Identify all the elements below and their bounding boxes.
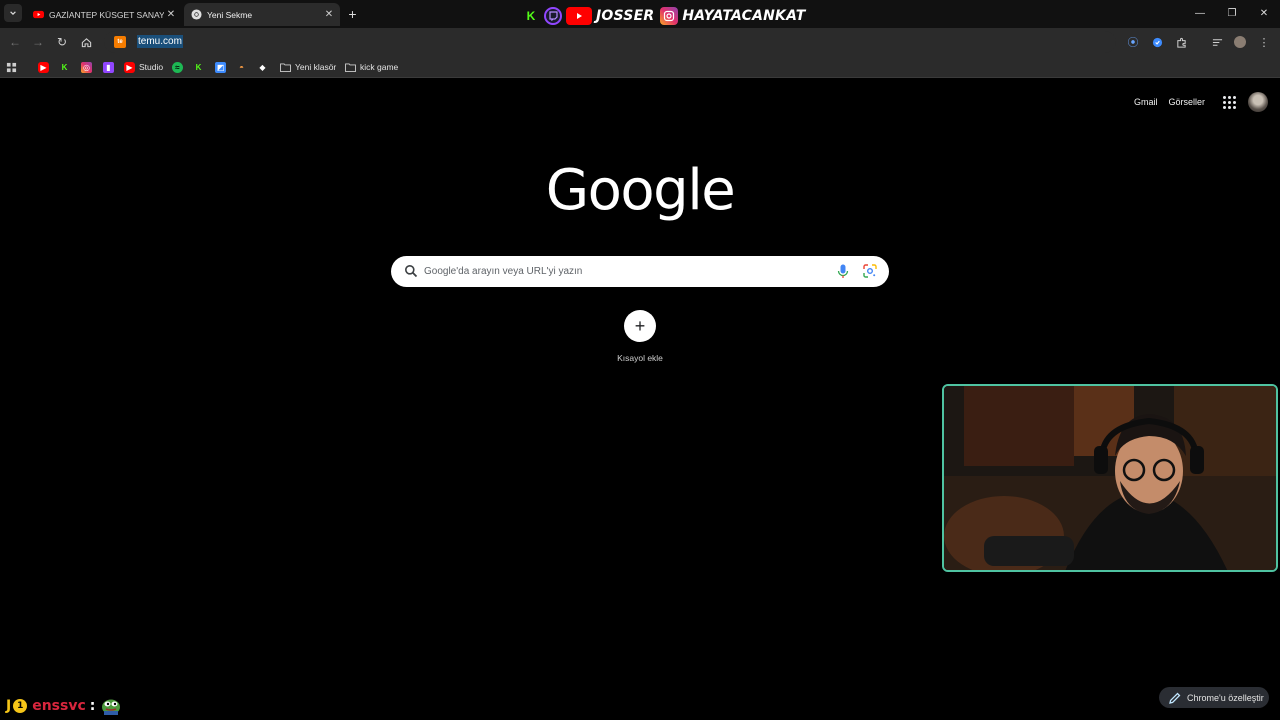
folder-icon — [345, 62, 356, 73]
back-icon[interactable]: ← — [6, 33, 24, 51]
sushi-icon: ◓ — [239, 62, 244, 72]
bookmark-spotify[interactable]: ≈ — [172, 60, 187, 74]
add-shortcut-button[interactable]: + — [624, 310, 656, 342]
instagram-icon: ◎ — [81, 61, 92, 73]
menu-kebab-icon[interactable]: ⋮ — [1255, 33, 1273, 51]
kick-icon: K — [195, 62, 202, 72]
bookmark-app[interactable]: ◩ — [215, 60, 230, 74]
address-bar-url: temu.com — [137, 35, 183, 48]
bookmark-youtube[interactable]: ▶ — [38, 60, 53, 74]
bookmark-studio[interactable]: ▶ Studio — [124, 60, 163, 74]
extensions-puzzle-icon[interactable] — [1172, 33, 1190, 51]
restore-icon[interactable]: ❐ — [1216, 4, 1248, 22]
temu-favicon-icon: te — [114, 36, 126, 48]
google-logo: Google — [545, 158, 736, 223]
bookmark-label: kick game — [360, 62, 399, 72]
tab-new-tab[interactable]: Yeni Sekme ✕ — [184, 3, 340, 26]
apps-grid-icon[interactable] — [6, 60, 17, 74]
browser-toolbar: ← → ↻ te temu.com ⦿ ⋮ — [0, 28, 1280, 56]
tab-title: Yeni Sekme — [207, 9, 253, 20]
close-window-icon[interactable]: ✕ — [1248, 4, 1280, 22]
chat-badge: J — [6, 698, 12, 714]
chat-username: enssvc — [32, 698, 86, 714]
overlay-name-josser: JOSSER — [596, 8, 655, 24]
youtube-studio-icon: ▶ — [124, 61, 135, 73]
youtube-icon: ▶ — [38, 61, 49, 73]
kick-icon: K — [61, 62, 68, 72]
diamond-icon: ◆ — [259, 62, 266, 72]
instagram-icon — [660, 7, 679, 25]
search-input[interactable] — [424, 262, 824, 281]
customize-chrome-button[interactable]: Chrome'u özelleştir — [1159, 687, 1269, 708]
bookmark-sushi[interactable]: ◓ — [236, 60, 251, 74]
folder-icon — [280, 62, 291, 73]
pencil-icon — [1169, 692, 1181, 704]
tab-strip: GAZİANTEP KÜSGET SANAYİ LE ✕ Yeni Sekme … — [0, 0, 1280, 28]
stream-overlay-brand: K JOSSER HAYATACANKAT — [522, 5, 808, 27]
app-icon: ◩ — [215, 61, 226, 73]
youtube-icon — [566, 7, 592, 25]
twitch-icon: ▮ — [103, 61, 114, 73]
google-lens-icon[interactable] — [863, 264, 877, 278]
kick-icon: K — [526, 9, 536, 23]
address-bar[interactable]: te temu.com — [104, 31, 1116, 53]
account-avatar[interactable] — [1248, 92, 1268, 112]
chevron-down-icon — [10, 11, 16, 16]
reading-list-icon[interactable] — [1208, 33, 1226, 51]
pepe-emote-icon — [102, 699, 121, 715]
forward-icon[interactable]: → — [29, 33, 47, 51]
chat-separator: : — [89, 698, 96, 714]
twitch-icon — [544, 7, 562, 25]
bookmark-label: Yeni klasör — [295, 62, 337, 72]
tab-search-button[interactable] — [4, 4, 22, 22]
minimize-icon[interactable]: — — [1184, 4, 1216, 22]
chrome-icon — [191, 9, 202, 20]
streamer-webcam-image — [944, 386, 1276, 570]
overlay-name-hayatacankat: HAYATACANKAT — [682, 8, 806, 24]
microphone-icon[interactable] — [837, 264, 849, 279]
tab-title: GAZİANTEP KÜSGET SANAYİ LE — [49, 9, 164, 20]
close-icon[interactable]: ✕ — [322, 8, 336, 22]
bookmark-folder-kick-game[interactable]: kick game — [345, 60, 398, 74]
customize-chrome-label: Chrome'u özelleştir — [1187, 692, 1264, 703]
gmail-link[interactable]: Gmail — [1134, 97, 1158, 107]
search-icon — [405, 265, 418, 278]
home-icon[interactable] — [77, 33, 95, 51]
spotify-icon: ≈ — [172, 61, 183, 73]
youtube-icon — [33, 10, 44, 19]
search-box[interactable] — [391, 256, 889, 287]
bookmark-instagram[interactable]: ◎ — [81, 60, 96, 74]
close-icon[interactable]: ✕ — [164, 8, 178, 22]
new-tab-button[interactable]: + — [344, 5, 361, 22]
webcam-overlay — [942, 384, 1278, 572]
google-apps-icon[interactable] — [1220, 93, 1238, 111]
chat-badge-count: 1 — [13, 699, 28, 713]
bookmark-kick[interactable]: K — [59, 60, 74, 74]
media-cast-icon[interactable]: ⦿ — [1124, 33, 1142, 51]
images-link[interactable]: Görseller — [1168, 97, 1205, 107]
bookmark-folder-yeni-klasor[interactable]: Yeni klasör — [280, 60, 336, 74]
bookmark-kick-2[interactable]: K — [193, 60, 208, 74]
extension-shield-icon[interactable] — [1148, 33, 1166, 51]
reload-icon[interactable]: ↻ — [53, 33, 71, 51]
profile-avatar[interactable] — [1231, 33, 1249, 51]
tab-youtube[interactable]: GAZİANTEP KÜSGET SANAYİ LE ✕ — [26, 3, 182, 26]
add-shortcut-label: Kısayol ekle — [617, 353, 663, 363]
bookmark-label: Studio — [139, 62, 164, 72]
bookmarks-bar: ▶ K ◎ ▮ ▶ Studio ≈ K ◩ ◓ ◆ Yeni klasör k… — [0, 56, 1280, 78]
bookmark-twitch[interactable]: ▮ — [103, 60, 118, 74]
window-controls: — ❐ ✕ — [1184, 4, 1280, 22]
ntp-top-links: Gmail Görseller — [1134, 92, 1280, 112]
chat-message-overlay: J 1 enssvc : — [6, 696, 121, 716]
bookmark-diamond[interactable]: ◆ — [257, 60, 272, 74]
